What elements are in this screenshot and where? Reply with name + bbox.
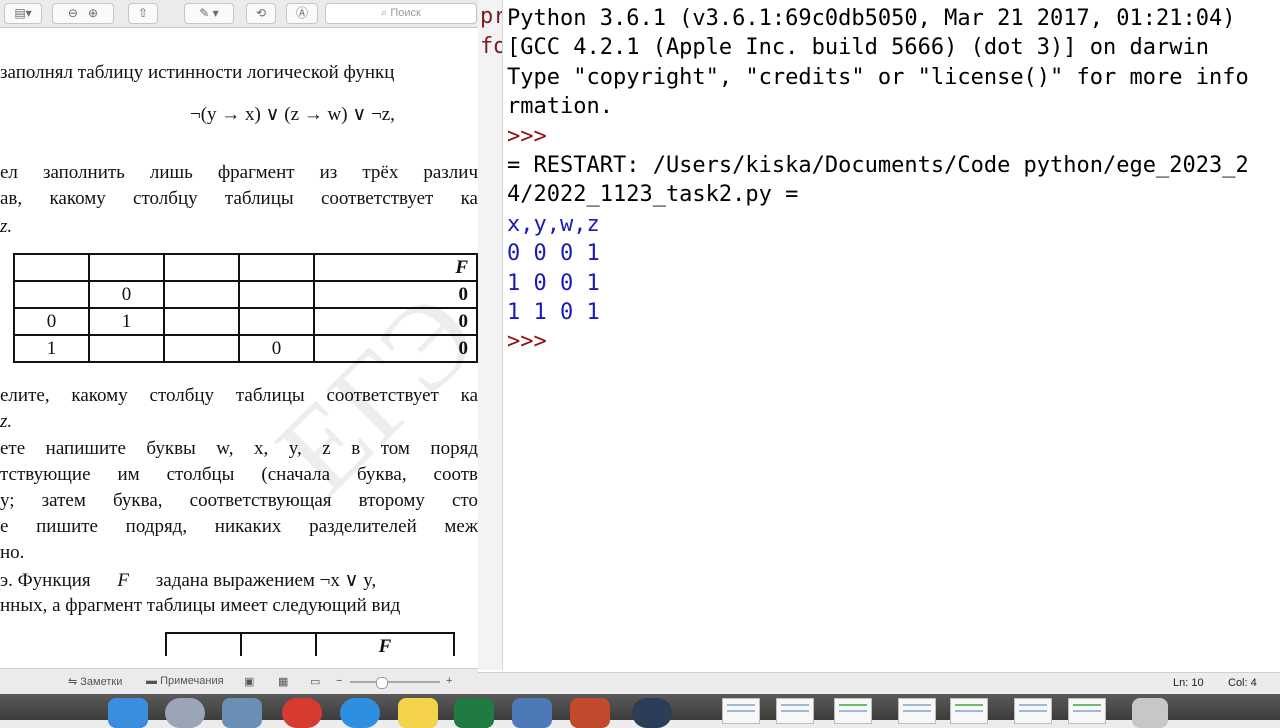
zoom-out-icon: ⊖ [67, 6, 78, 20]
dock [0, 694, 1280, 728]
shell-line: [GCC 4.2.1 (Apple Inc. build 5666) (dot … [507, 35, 1209, 61]
text-line: нных, а фрагмент таблицы имеет следующий… [0, 595, 401, 616]
markup-button[interactable]: ✎ ▾ [184, 3, 234, 24]
table-row: F [165, 632, 455, 656]
shell-line: rmation. [507, 94, 613, 120]
rotate-button[interactable]: ⟲ [246, 3, 276, 24]
shell-prompt: >>> [507, 123, 547, 149]
text-line: ел заполнить лишь фрагмент из трёх разли… [0, 162, 478, 183]
minimized-window-thumbnail[interactable] [898, 698, 936, 724]
shell-prompt: >>> [507, 329, 560, 355]
shell-output-line: 0 0 0 1 [507, 241, 600, 267]
finder-icon[interactable] [108, 698, 148, 728]
search-placeholder: Поиск [390, 7, 421, 19]
safari-icon[interactable] [340, 698, 380, 728]
zoom-buttons[interactable]: ⊖ ⊕ [52, 3, 114, 24]
sidebar-toggle-button[interactable]: ▤▾ [4, 3, 42, 24]
minimized-window-thumbnail[interactable] [776, 698, 814, 724]
trash-icon[interactable] [1132, 698, 1168, 728]
line-indicator: Ln: 10 [1173, 677, 1204, 689]
comments-button[interactable]: ▬ Примечания [146, 675, 224, 687]
text-line: z. [0, 216, 13, 237]
python-shell-window: pr fo Python 3.6.1 (v3.6.1:69c0db5050, M… [478, 0, 1280, 695]
preview-window: ▤▾ ⊖ ⊕ ⇧ ✎ ▾ ⟲ Ⓐ ⌕ Поиск заполнял таблиц… [0, 0, 478, 694]
text-line: э. Функция F задана выражением ¬x ∨ y, [0, 570, 377, 591]
grid-view-icon[interactable]: ▦ [278, 675, 288, 688]
single-page-view-icon[interactable]: ▣ [244, 675, 254, 688]
shell-output[interactable]: Python 3.6.1 (v3.6.1:69c0db5050, Mar 21 … [507, 4, 1277, 357]
notes-app-icon[interactable] [398, 698, 438, 728]
pdf-page: заполнял таблицу истинности логической ф… [0, 28, 478, 656]
notes-button[interactable]: ⇋ Заметки [68, 675, 122, 688]
formula: ¬(y → x) ∨ (z → w) ∨ ¬z, [190, 104, 395, 125]
slideshow-icon[interactable]: ▭ [310, 675, 320, 688]
minimized-window-thumbnail[interactable] [1014, 698, 1052, 724]
table-header-f: F [315, 632, 455, 656]
sidebar-icon: ▤▾ [14, 6, 32, 20]
python-launcher-icon[interactable] [512, 698, 552, 728]
zoom-out-small-icon[interactable]: − [336, 675, 342, 687]
shell-line: 4/2022_1123_task2.py = [507, 182, 799, 208]
zoom-slider[interactable] [350, 677, 440, 689]
preview-app-icon[interactable] [222, 698, 262, 728]
annotate-button[interactable]: Ⓐ [286, 3, 318, 24]
share-button[interactable]: ⇧ [128, 3, 158, 24]
powerpoint-icon[interactable] [570, 698, 610, 728]
zoom-in-icon: ⊕ [88, 6, 99, 20]
text-line: е пишите подряд, никаких разделителей ме… [0, 516, 478, 537]
zoom-slider-knob[interactable] [376, 677, 388, 689]
share-icon: ⇧ [137, 6, 149, 20]
screen-recorder-icon[interactable] [632, 698, 672, 728]
minimized-window-thumbnail[interactable] [834, 698, 872, 724]
minimized-window-thumbnail[interactable] [950, 698, 988, 724]
text-line: у; затем буква, соответствующая второму … [0, 490, 478, 511]
shell-line: = RESTART: /Users/kiska/Documents/Code p… [507, 152, 1249, 178]
pen-icon: ✎ ▾ [199, 6, 219, 20]
shell-output-line: 1 1 0 1 [507, 299, 600, 325]
minimized-window-thumbnail[interactable] [722, 698, 760, 724]
rotate-icon: ⟲ [255, 6, 267, 20]
launchpad-icon[interactable] [165, 698, 205, 728]
minimized-window-thumbnail[interactable] [1068, 698, 1106, 724]
text-line: тствующие им столбцы (сначала буква, соо… [0, 464, 478, 485]
preview-toolbar: ▤▾ ⊖ ⊕ ⇧ ✎ ▾ ⟲ Ⓐ ⌕ Поиск [0, 0, 478, 28]
annotate-icon: Ⓐ [295, 6, 308, 20]
comment-icon: ▬ [146, 675, 161, 687]
shell-statusbar: Ln: 10 Col: 4 [478, 672, 1280, 695]
search-icon: ⌕ [381, 7, 391, 19]
column-indicator: Col: 4 [1228, 677, 1257, 689]
notes-icon: ⇋ [68, 676, 81, 688]
text-line: z. [0, 411, 13, 432]
search-field[interactable]: ⌕ Поиск [325, 3, 477, 24]
shell-output-line: x,y,w,z [507, 211, 600, 237]
zoom-in-small-icon[interactable]: + [446, 675, 452, 687]
chrome-icon[interactable] [282, 698, 322, 728]
excel-icon[interactable] [454, 698, 494, 728]
text-line: ав, какому столбцу таблицы соответствует… [0, 188, 478, 209]
shell-output-line: 1 0 0 1 [507, 270, 600, 296]
text-line: но. [0, 542, 25, 563]
text-line: заполнял таблицу истинности логической ф… [0, 62, 395, 83]
shell-line: Type "copyright", "credits" or "license(… [507, 64, 1249, 90]
background-editor-edge: pr fo [478, 0, 503, 670]
shell-line: Python 3.6.1 (v3.6.1:69c0db5050, Mar 21 … [507, 6, 1236, 31]
truth-table-2: F [165, 632, 455, 656]
preview-statusbar: ⇋ Заметки ▬ Примечания ▣ ▦ ▭ − + [0, 668, 478, 694]
